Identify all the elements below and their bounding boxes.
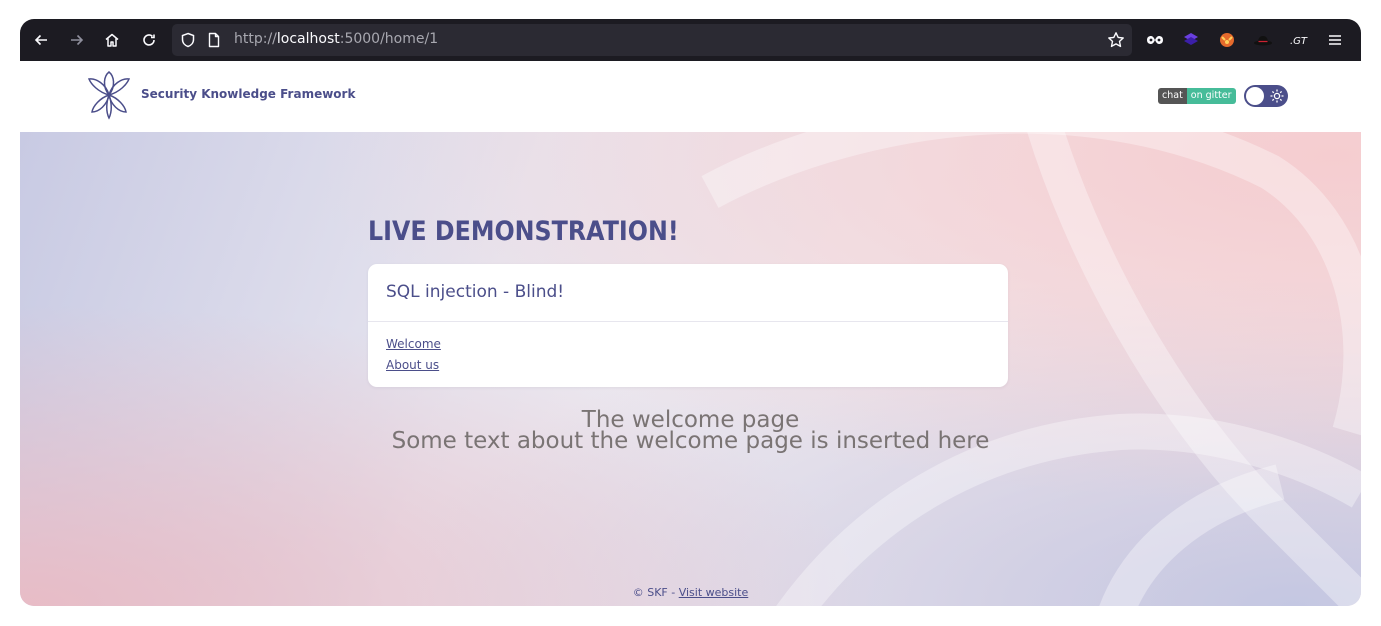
footer: © SKF - Visit website [20,586,1361,599]
brand-name[interactable]: Security Knowledge Framework [141,87,355,101]
theme-toggle[interactable] [1244,85,1288,107]
home-icon[interactable] [100,28,124,52]
welcome-link[interactable]: Welcome [386,337,441,351]
badge-value: on gitter [1186,88,1236,104]
badge-label: chat [1158,88,1187,104]
challenge-card: SQL injection - Blind! Welcome About us [368,264,1008,387]
hero-section: LIVE DEMONSTRATION! SQL injection - Blin… [20,132,1361,606]
skf-flower-logo-icon[interactable] [86,70,132,120]
url-text[interactable]: http://localhost:5000/home/1 [234,31,438,47]
forward-icon[interactable] [65,28,89,52]
toggle-knob [1246,87,1264,105]
svg-text:.GT: .GT [1290,36,1308,47]
about-us-link[interactable]: About us [386,358,439,372]
page-text: Some text about the welcome page is inse… [391,428,990,454]
url-bar[interactable]: http://localhost:5000/home/1 [172,24,1132,56]
back-icon[interactable] [29,28,53,52]
wappalyzer-extension-icon[interactable]: .GT [1287,28,1311,52]
gitter-chat-badge[interactable]: chat on gitter [1158,88,1236,104]
mask-extension-icon[interactable] [1143,28,1167,52]
card-title: SQL injection - Blind! [386,282,565,302]
layers-extension-icon[interactable] [1179,28,1203,52]
bookmark-star-icon[interactable] [1104,28,1128,52]
sun-icon [1269,88,1285,104]
visit-website-link[interactable]: Visit website [679,586,749,599]
shield-icon[interactable] [176,28,200,52]
menu-icon[interactable] [1323,28,1347,52]
fox-extension-icon[interactable] [1215,28,1239,52]
hat-extension-icon[interactable] [1251,28,1275,52]
site-header: Security Knowledge Framework chat on git… [20,61,1361,133]
browser-window: http://localhost:5000/home/1 .GT Securit… [20,19,1361,606]
browser-toolbar: http://localhost:5000/home/1 .GT [20,19,1361,61]
hero-title: LIVE DEMONSTRATION! [368,216,679,247]
footer-copyright: © SKF - [632,586,679,599]
reload-icon[interactable] [137,28,161,52]
card-divider [368,321,1008,322]
page-icon [202,28,226,52]
